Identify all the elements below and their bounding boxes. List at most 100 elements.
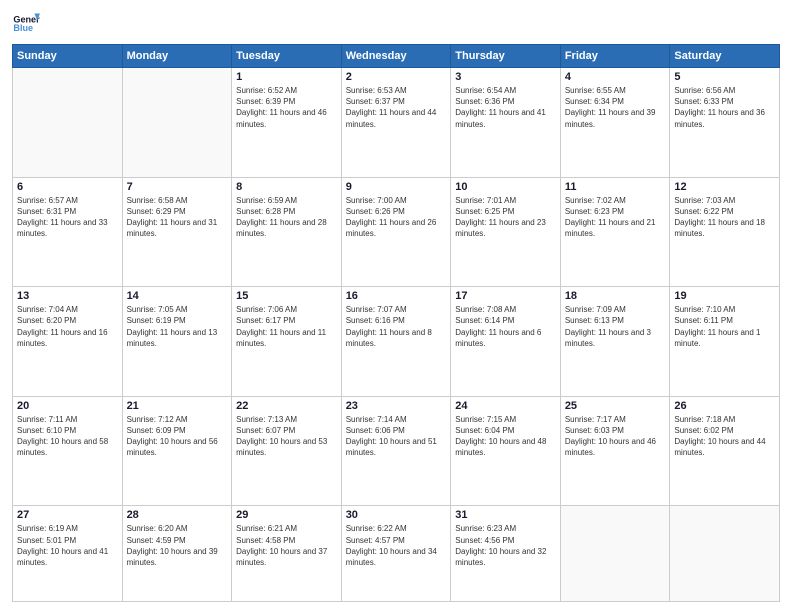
svg-text:Blue: Blue bbox=[13, 23, 33, 33]
calendar-cell: 7 Sunrise: 6:58 AM Sunset: 6:29 PM Daylig… bbox=[122, 177, 232, 287]
calendar-cell bbox=[670, 506, 780, 602]
calendar-cell: 24 Sunrise: 7:15 AM Sunset: 6:04 PM Dayli… bbox=[451, 396, 561, 506]
day-number: 17 bbox=[455, 290, 556, 302]
day-number: 2 bbox=[346, 71, 447, 83]
day-info: Sunrise: 6:52 AM Sunset: 6:39 PM Dayligh… bbox=[236, 85, 337, 130]
calendar-cell: 29 Sunrise: 6:21 AM Sunset: 4:58 PM Dayli… bbox=[232, 506, 342, 602]
day-number: 16 bbox=[346, 290, 447, 302]
day-number: 29 bbox=[236, 509, 337, 521]
header: General Blue bbox=[12, 10, 780, 38]
calendar-cell: 3 Sunrise: 6:54 AM Sunset: 6:36 PM Daylig… bbox=[451, 68, 561, 178]
day-info: Sunrise: 7:09 AM Sunset: 6:13 PM Dayligh… bbox=[565, 304, 666, 349]
day-info: Sunrise: 7:14 AM Sunset: 6:06 PM Dayligh… bbox=[346, 414, 447, 459]
day-info: Sunrise: 7:07 AM Sunset: 6:16 PM Dayligh… bbox=[346, 304, 447, 349]
day-number: 13 bbox=[17, 290, 118, 302]
calendar-cell: 9 Sunrise: 7:00 AM Sunset: 6:26 PM Daylig… bbox=[341, 177, 451, 287]
day-info: Sunrise: 6:20 AM Sunset: 4:59 PM Dayligh… bbox=[127, 523, 228, 568]
day-number: 30 bbox=[346, 509, 447, 521]
day-number: 5 bbox=[674, 71, 775, 83]
day-info: Sunrise: 7:00 AM Sunset: 6:26 PM Dayligh… bbox=[346, 195, 447, 240]
day-info: Sunrise: 7:12 AM Sunset: 6:09 PM Dayligh… bbox=[127, 414, 228, 459]
day-info: Sunrise: 6:59 AM Sunset: 6:28 PM Dayligh… bbox=[236, 195, 337, 240]
logo-icon: General Blue bbox=[12, 10, 40, 38]
calendar-cell bbox=[122, 68, 232, 178]
calendar-cell: 20 Sunrise: 7:11 AM Sunset: 6:10 PM Dayli… bbox=[13, 396, 123, 506]
day-info: Sunrise: 7:17 AM Sunset: 6:03 PM Dayligh… bbox=[565, 414, 666, 459]
day-info: Sunrise: 6:54 AM Sunset: 6:36 PM Dayligh… bbox=[455, 85, 556, 130]
day-info: Sunrise: 6:19 AM Sunset: 5:01 PM Dayligh… bbox=[17, 523, 118, 568]
day-info: Sunrise: 7:15 AM Sunset: 6:04 PM Dayligh… bbox=[455, 414, 556, 459]
weekday-header-saturday: Saturday bbox=[670, 45, 780, 68]
weekday-header-tuesday: Tuesday bbox=[232, 45, 342, 68]
calendar-cell: 6 Sunrise: 6:57 AM Sunset: 6:31 PM Daylig… bbox=[13, 177, 123, 287]
day-number: 3 bbox=[455, 71, 556, 83]
day-number: 23 bbox=[346, 400, 447, 412]
calendar-cell: 30Sunrise: 6:22 AM Sunset: 4:57 PM Dayli… bbox=[341, 506, 451, 602]
day-info: Sunrise: 7:05 AM Sunset: 6:19 PM Dayligh… bbox=[127, 304, 228, 349]
weekday-header-friday: Friday bbox=[560, 45, 670, 68]
calendar-cell: 12Sunrise: 7:03 AM Sunset: 6:22 PM Dayli… bbox=[670, 177, 780, 287]
weekday-header-thursday: Thursday bbox=[451, 45, 561, 68]
day-info: Sunrise: 7:04 AM Sunset: 6:20 PM Dayligh… bbox=[17, 304, 118, 349]
calendar-cell: 23 Sunrise: 7:14 AM Sunset: 6:06 PM Dayli… bbox=[341, 396, 451, 506]
calendar-cell: 28 Sunrise: 6:20 AM Sunset: 4:59 PM Dayli… bbox=[122, 506, 232, 602]
calendar-cell bbox=[13, 68, 123, 178]
calendar-cell: 18 Sunrise: 7:09 AM Sunset: 6:13 PM Dayli… bbox=[560, 287, 670, 397]
day-number: 8 bbox=[236, 181, 337, 193]
day-number: 26 bbox=[674, 400, 775, 412]
day-number: 9 bbox=[346, 181, 447, 193]
calendar-cell: 5 Sunrise: 6:56 AM Sunset: 6:33 PM Daylig… bbox=[670, 68, 780, 178]
day-number: 14 bbox=[127, 290, 228, 302]
day-number: 31 bbox=[455, 509, 556, 521]
day-number: 25 bbox=[565, 400, 666, 412]
day-info: Sunrise: 7:18 AM Sunset: 6:02 PM Dayligh… bbox=[674, 414, 775, 459]
day-info: Sunrise: 7:06 AM Sunset: 6:17 PM Dayligh… bbox=[236, 304, 337, 349]
day-number: 19 bbox=[674, 290, 775, 302]
calendar-cell: 31 Sunrise: 6:23 AM Sunset: 4:56 PM Dayli… bbox=[451, 506, 561, 602]
logo: General Blue bbox=[12, 10, 40, 38]
day-info: Sunrise: 6:53 AM Sunset: 6:37 PM Dayligh… bbox=[346, 85, 447, 130]
day-info: Sunrise: 6:21 AM Sunset: 4:58 PM Dayligh… bbox=[236, 523, 337, 568]
day-number: 4 bbox=[565, 71, 666, 83]
day-info: Sunrise: 7:11 AM Sunset: 6:10 PM Dayligh… bbox=[17, 414, 118, 459]
day-info: Sunrise: 7:02 AM Sunset: 6:23 PM Dayligh… bbox=[565, 195, 666, 240]
day-info: Sunrise: 6:57 AM Sunset: 6:31 PM Dayligh… bbox=[17, 195, 118, 240]
weekday-header-monday: Monday bbox=[122, 45, 232, 68]
day-number: 11 bbox=[565, 181, 666, 193]
day-number: 6 bbox=[17, 181, 118, 193]
day-info: Sunrise: 7:10 AM Sunset: 6:11 PM Dayligh… bbox=[674, 304, 775, 349]
day-number: 18 bbox=[565, 290, 666, 302]
weekday-header-sunday: Sunday bbox=[13, 45, 123, 68]
day-number: 27 bbox=[17, 509, 118, 521]
calendar-cell: 21Sunrise: 7:12 AM Sunset: 6:09 PM Dayli… bbox=[122, 396, 232, 506]
day-number: 24 bbox=[455, 400, 556, 412]
calendar-cell: 15Sunrise: 7:06 AM Sunset: 6:17 PM Dayli… bbox=[232, 287, 342, 397]
calendar-cell: 26 Sunrise: 7:18 AM Sunset: 6:02 PM Dayli… bbox=[670, 396, 780, 506]
day-number: 22 bbox=[236, 400, 337, 412]
day-number: 1 bbox=[236, 71, 337, 83]
day-number: 28 bbox=[127, 509, 228, 521]
calendar: SundayMondayTuesdayWednesdayThursdayFrid… bbox=[12, 44, 780, 602]
calendar-cell: 17 Sunrise: 7:08 AM Sunset: 6:14 PM Dayli… bbox=[451, 287, 561, 397]
day-info: Sunrise: 6:55 AM Sunset: 6:34 PM Dayligh… bbox=[565, 85, 666, 130]
calendar-cell: 16 Sunrise: 7:07 AM Sunset: 6:16 PM Dayli… bbox=[341, 287, 451, 397]
weekday-header-wednesday: Wednesday bbox=[341, 45, 451, 68]
day-number: 7 bbox=[127, 181, 228, 193]
day-info: Sunrise: 7:08 AM Sunset: 6:14 PM Dayligh… bbox=[455, 304, 556, 349]
calendar-cell: 14 Sunrise: 7:05 AM Sunset: 6:19 PM Dayli… bbox=[122, 287, 232, 397]
calendar-cell: 25 Sunrise: 7:17 AM Sunset: 6:03 PM Dayli… bbox=[560, 396, 670, 506]
calendar-cell: 2 Sunrise: 6:53 AM Sunset: 6:37 PM Daylig… bbox=[341, 68, 451, 178]
calendar-cell: 8 Sunrise: 6:59 AM Sunset: 6:28 PM Daylig… bbox=[232, 177, 342, 287]
calendar-cell: 13 Sunrise: 7:04 AM Sunset: 6:20 PM Dayli… bbox=[13, 287, 123, 397]
day-info: Sunrise: 7:01 AM Sunset: 6:25 PM Dayligh… bbox=[455, 195, 556, 240]
day-number: 10 bbox=[455, 181, 556, 193]
calendar-cell: 27 Sunrise: 6:19 AM Sunset: 5:01 PM Dayli… bbox=[13, 506, 123, 602]
day-info: Sunrise: 6:58 AM Sunset: 6:29 PM Dayligh… bbox=[127, 195, 228, 240]
day-info: Sunrise: 6:56 AM Sunset: 6:33 PM Dayligh… bbox=[674, 85, 775, 130]
day-info: Sunrise: 6:23 AM Sunset: 4:56 PM Dayligh… bbox=[455, 523, 556, 568]
calendar-cell: 22 Sunrise: 7:13 AM Sunset: 6:07 PM Dayli… bbox=[232, 396, 342, 506]
day-number: 20 bbox=[17, 400, 118, 412]
calendar-cell: 19 Sunrise: 7:10 AM Sunset: 6:11 PM Dayli… bbox=[670, 287, 780, 397]
day-info: Sunrise: 7:13 AM Sunset: 6:07 PM Dayligh… bbox=[236, 414, 337, 459]
calendar-cell: 10 Sunrise: 7:01 AM Sunset: 6:25 PM Dayli… bbox=[451, 177, 561, 287]
